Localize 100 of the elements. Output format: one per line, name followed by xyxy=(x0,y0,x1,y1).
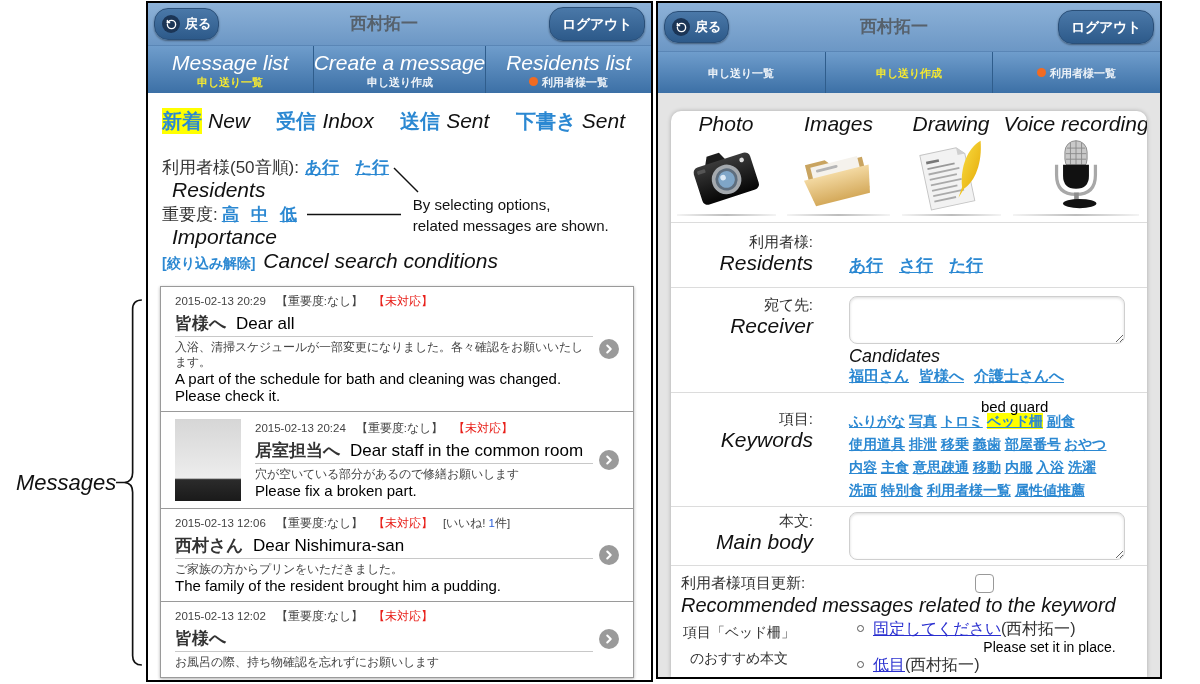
receiver-field[interactable] xyxy=(849,295,1125,344)
author-text: (西村拓一) xyxy=(905,654,980,675)
filter-label: 利用者様(50音順): xyxy=(162,156,299,179)
field-label: 宛て先: xyxy=(763,295,813,314)
status-tag: 【未対応】 xyxy=(373,515,433,531)
nav-tab[interactable]: 利用者様一覧 xyxy=(529,74,609,89)
message-title: 皆様へ xyxy=(175,627,226,650)
annotation-text: Importance xyxy=(171,225,278,247)
filter-link[interactable]: さ行 xyxy=(899,253,933,279)
annotation-text: Recommended messages related to the keyword xyxy=(681,592,1116,617)
annotation-text: Please set it in place. xyxy=(983,638,1116,655)
filter-tab[interactable]: 送信 xyxy=(400,108,441,134)
annotation-text: Create a message xyxy=(313,50,486,75)
filter-link[interactable]: た行 xyxy=(949,253,983,279)
importance-tag: 【重要度:なし】 xyxy=(355,420,443,436)
annotation-text: New xyxy=(208,108,250,134)
keyword-link[interactable]: おやつ xyxy=(1064,435,1107,452)
callout-text: By selecting options, related messages are shown. xyxy=(412,194,609,236)
keyword-link[interactable]: 移動 xyxy=(972,458,1001,475)
author-text: (西村拓一) xyxy=(1001,618,1076,639)
filter-tab[interactable]: 下書き xyxy=(515,108,576,134)
keyword-link[interactable]: 特別食 xyxy=(880,481,923,498)
keyword-link[interactable]: 洗濯 xyxy=(1068,458,1097,475)
nav-tab[interactable]: 申し送り作成 xyxy=(876,65,942,80)
user-name-title: 西村拓一 xyxy=(859,16,928,39)
keyword-link[interactable]: 洗面 xyxy=(849,481,877,498)
chevron-right-icon xyxy=(599,629,619,649)
keyword-link[interactable]: 移乗 xyxy=(940,435,969,452)
filter-link[interactable]: 低 xyxy=(279,203,297,226)
annotation-text: Dear Nishimura-san xyxy=(253,534,405,557)
message-card[interactable]: 2015-02-13 12:06 【重要度:なし】 【未対応】 [いいね! 1件] 西村さん Dear Nishimura-san ご家族の方からプリンをいただきました。 The family of the resident brought him a pudding. xyxy=(160,508,634,602)
candidate-link[interactable]: 介護士さんへ xyxy=(974,365,1064,386)
back-button[interactable]: 戻る xyxy=(154,8,219,40)
keyword-link[interactable]: 内服 xyxy=(1004,458,1033,475)
keyword-link[interactable]: 部屋番号 xyxy=(1004,435,1061,452)
field-label: 項目「ベッド柵」のおすすめ本文 xyxy=(682,622,796,668)
candidate-link[interactable]: 福田さん xyxy=(849,365,909,386)
annotation-text: Messages xyxy=(16,469,117,497)
importance-tag: 【重要度:なし】 xyxy=(275,608,363,624)
message-card[interactable]: 2015-02-13 20:29 【重要度:なし】 【未対応】 皆様へ Dear all 入浴、清掃スケジュールが一部変更になりました。各々確認をお願いいたします。 A part of the schedule for bath and cleaning was changed. Please check it. xyxy=(160,285,634,412)
keyword-link[interactable]: 副食 xyxy=(1046,412,1075,429)
recommendation-link[interactable]: 固定してください xyxy=(873,618,1001,639)
clear-filter-link[interactable]: [絞り込み解除] xyxy=(162,252,256,274)
annotation-text: Residents xyxy=(719,251,813,275)
back-button[interactable]: 戻る xyxy=(664,11,729,43)
filter-link[interactable]: あ行 xyxy=(304,156,339,179)
annotation-text: Main body xyxy=(716,529,813,554)
annotation-text: Residents xyxy=(171,178,266,200)
keyword-link[interactable]: 排泄 xyxy=(908,435,937,452)
keyword-link[interactable]: 主食 xyxy=(880,458,909,475)
annotation-text: Images xyxy=(804,111,873,137)
filter-tab[interactable]: 受信 xyxy=(276,108,317,134)
keyword-link[interactable]: 入浴 xyxy=(1036,458,1065,475)
chevron-right-icon xyxy=(599,338,619,359)
message-time: 2015-02-13 20:24 xyxy=(255,420,346,436)
annotation-text: Dear staff in the common room xyxy=(350,439,584,462)
body-field[interactable] xyxy=(849,511,1125,560)
keyword-link[interactable]: 使用道具 xyxy=(849,435,905,452)
message-card[interactable]: 2015-02-13 20:24 【重要度:なし】 【未対応】 居室担当へ Dear staff in the common room 穴が空いている部分があるので修繕お願いします Please fix a broken part. xyxy=(160,411,634,509)
status-tag: 【未対応】 xyxy=(373,293,433,309)
annotation-text: Sent xyxy=(581,108,625,134)
filter-link[interactable]: 中 xyxy=(250,203,268,226)
message-time: 2015-02-13 12:06 xyxy=(175,515,266,531)
message-title: 居室担当へ xyxy=(255,439,340,462)
filter-link[interactable]: た行 xyxy=(354,156,389,179)
message-title: 皆様へ xyxy=(175,312,226,335)
keyword-link[interactable]: 写真 xyxy=(908,412,937,429)
logout-button[interactable]: ログアウト xyxy=(549,7,645,41)
annotation-text: Photo xyxy=(698,111,754,137)
keyword-link[interactable]: 義歯 xyxy=(972,435,1001,452)
filter-tab[interactable]: 新着 xyxy=(162,108,202,134)
nav-tab[interactable]: 申し送り一覧 xyxy=(708,65,775,80)
annotation-text: Drawing xyxy=(912,111,990,137)
nav-tab[interactable]: 申し送り作成 xyxy=(366,74,433,89)
field-label: 利用者様項目更新: xyxy=(681,574,806,592)
candidate-link[interactable]: 皆様へ xyxy=(919,365,964,386)
keyword-link[interactable]: 意思疎通 xyxy=(912,458,969,475)
keyword-link[interactable]: 利用者様一覧 xyxy=(926,481,1011,498)
field-label: 項目: xyxy=(778,409,813,428)
checkbox[interactable] xyxy=(975,573,995,593)
nav-tab[interactable]: 申し送り一覧 xyxy=(197,74,264,89)
annotation-text: Please fix a broken part. xyxy=(255,481,418,499)
filter-link[interactable]: 高 xyxy=(221,203,239,226)
annotation-text: Candidates xyxy=(849,345,941,366)
keyword-link[interactable]: トロミ xyxy=(940,412,983,429)
annotation-text: The family of the resident brought him a pudding. xyxy=(175,576,503,594)
message-preview: 穴が空いている部分があるので修繕お願いします xyxy=(255,466,520,482)
message-time: 2015-02-13 20:29 xyxy=(175,293,266,309)
recommendation-link[interactable]: 低目 xyxy=(873,654,905,675)
importance-tag: 【重要度:なし】 xyxy=(275,293,363,309)
filter-link[interactable]: あ行 xyxy=(849,253,883,279)
message-preview: 入浴、清掃スケジュールが一部変更になりました。各々確認をお願いいたします。 xyxy=(175,339,584,370)
keyword-link[interactable]: 内容 xyxy=(849,458,877,475)
keyword-link[interactable]: 属性値推薦 xyxy=(1014,481,1085,498)
user-name-title: 西村拓一 xyxy=(350,13,418,36)
chevron-right-icon xyxy=(599,544,619,565)
logout-button[interactable]: ログアウト xyxy=(1058,10,1154,44)
keyword-link[interactable]: ふりがな xyxy=(849,412,905,429)
nav-tab[interactable]: 利用者様一覧 xyxy=(1037,65,1117,80)
message-card[interactable]: 2015-02-13 12:02 【重要度:なし】 【未対応】 皆様へ お風呂の際、持ち物確認を忘れずにお願いします xyxy=(160,601,634,678)
